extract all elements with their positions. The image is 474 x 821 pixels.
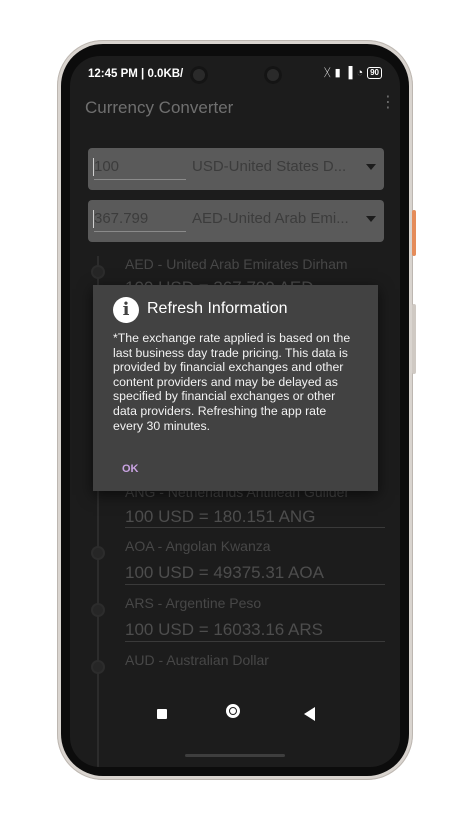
from-currency-row: 100 USD-United States D... [88, 148, 384, 190]
signal-icon: ▐ [344, 66, 353, 79]
timeline-node [91, 546, 105, 560]
home-icon[interactable] [226, 704, 240, 718]
from-amount-input[interactable]: 100 [93, 155, 186, 180]
rate-name: AOA - Angolan Kwanza [125, 538, 271, 554]
rate-value: 100 USD = 180.151 ANG [125, 507, 316, 526]
refresh-info-dialog: i Refresh Information *The exchange rate… [93, 285, 378, 491]
rate-divider [125, 527, 385, 528]
ok-button[interactable]: OK [122, 463, 139, 475]
vibrate-icon: ▮ [334, 67, 341, 79]
dialog-message: *The exchange rate applied is based on t… [113, 331, 351, 433]
status-bar: 12:45 PM | 0.0KB/ ᚷ ▮ ▐ ◔ 90 [70, 56, 400, 90]
volume-button [412, 304, 416, 374]
camera-icon [264, 66, 282, 84]
to-amount-input[interactable]: 367.799 [93, 207, 186, 232]
back-icon[interactable] [304, 707, 315, 721]
system-nav-bar [70, 696, 400, 746]
app-bar: Currency Converter ⋮ [70, 90, 400, 130]
timeline-node [91, 660, 105, 674]
rate-divider [125, 641, 385, 642]
timeline-node [91, 265, 105, 279]
recents-icon[interactable] [157, 709, 167, 719]
battery-icon: 90 [367, 66, 382, 79]
camera-icon [190, 66, 208, 84]
dropdown-arrow-icon[interactable] [366, 164, 376, 170]
power-button [412, 210, 416, 256]
rate-name: AED - United Arab Emirates Dirham [125, 256, 348, 272]
info-icon: i [113, 297, 139, 323]
app-title: Currency Converter [85, 98, 234, 117]
wifi-icon: ◔ [356, 66, 364, 79]
rate-value: 100 USD = 49375.31 AOA [125, 563, 324, 582]
dropdown-arrow-icon[interactable] [366, 216, 376, 222]
status-time: 12:45 PM | 0.0KB/ [88, 68, 184, 80]
rate-divider [125, 584, 385, 585]
from-currency-select[interactable]: USD-United States D... [192, 155, 358, 179]
bluetooth-icon: ᚷ [323, 66, 331, 79]
dialog-title: Refresh Information [147, 300, 288, 317]
to-currency-select[interactable]: AED-United Arab Emi... [192, 207, 358, 231]
rate-value: 100 USD = 16033.16 ARS [125, 620, 323, 639]
to-currency-row: 367.799 AED-United Arab Emi... [88, 200, 384, 242]
timeline-node [91, 603, 105, 617]
rate-name: AUD - Australian Dollar [125, 652, 269, 668]
status-icons: ᚷ ▮ ▐ ◔ 90 [324, 66, 382, 79]
home-indicator [185, 754, 285, 757]
more-vert-icon[interactable]: ⋮ [380, 95, 396, 111]
rate-name: ARS - Argentine Peso [125, 595, 262, 611]
